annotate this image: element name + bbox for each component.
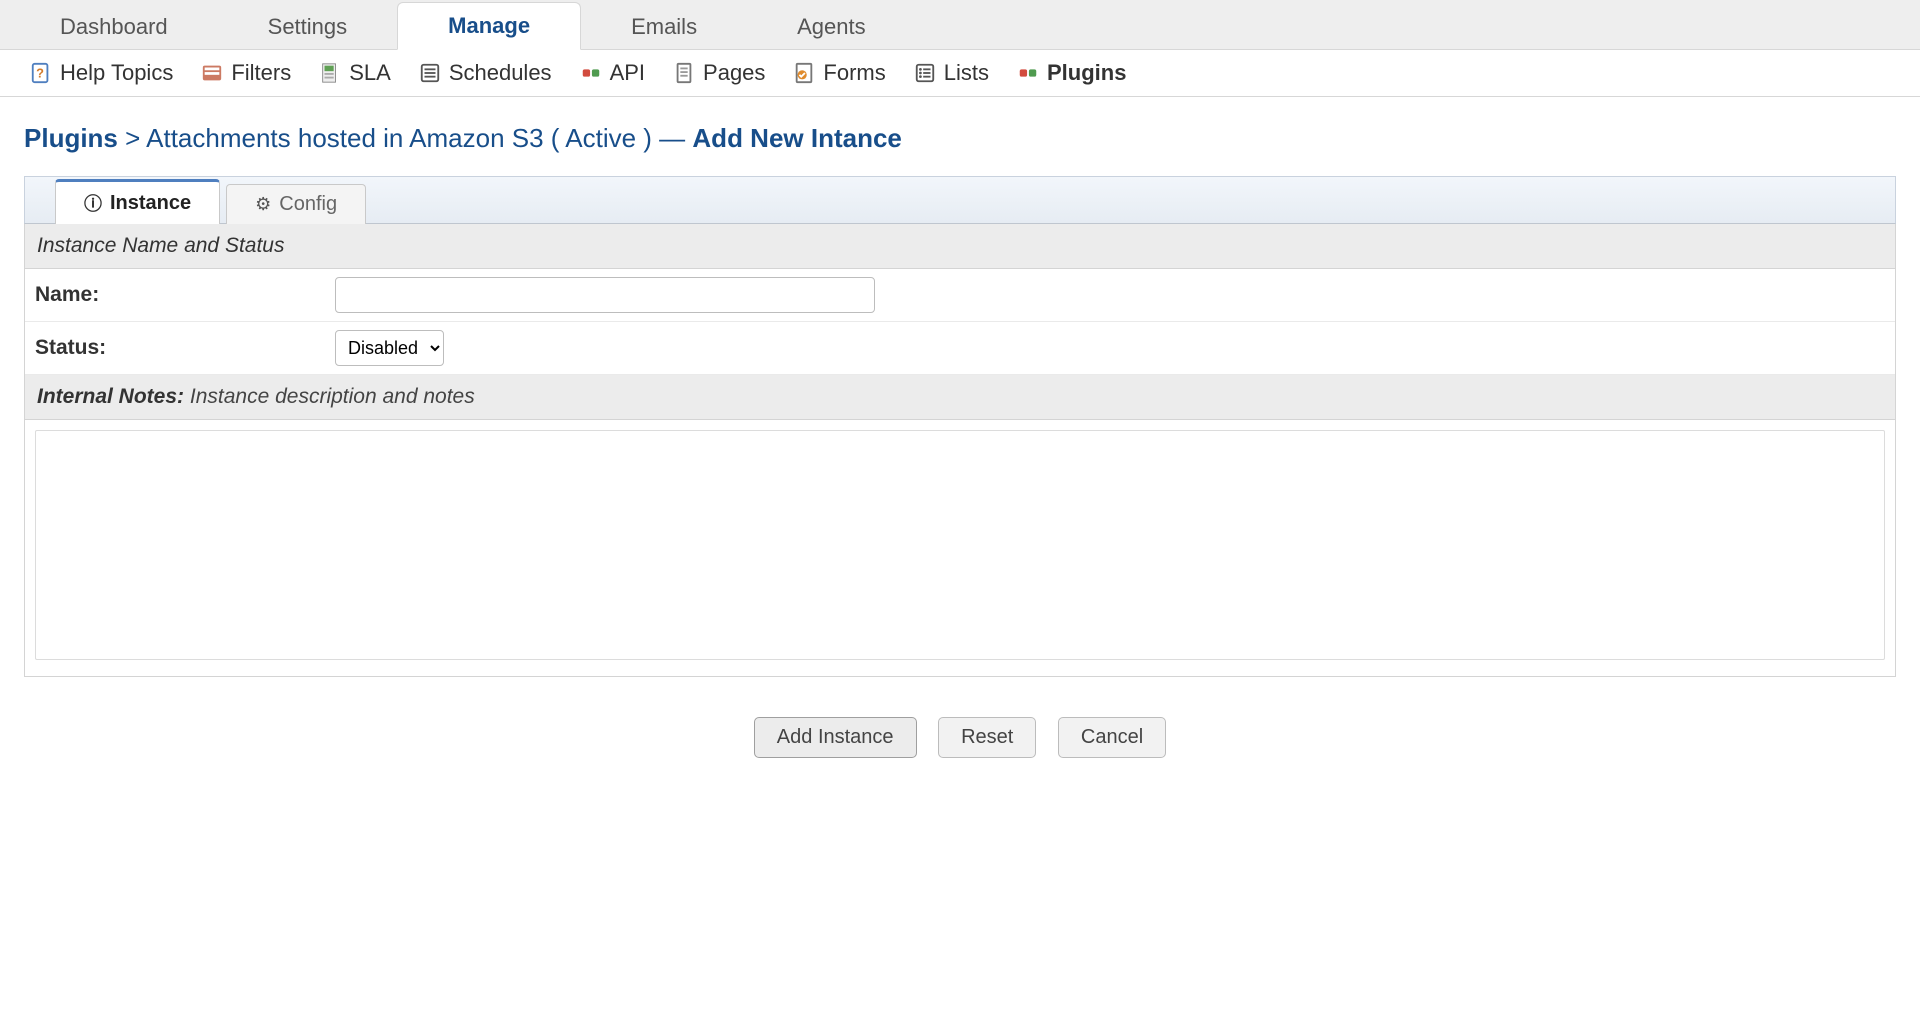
breadcrumb-dash: — (659, 123, 685, 153)
row-status: Status: Disabled (25, 322, 1895, 375)
subnav-schedules[interactable]: Schedules (419, 60, 552, 86)
notes-header-strong: Internal Notes: (37, 385, 184, 408)
instance-panel: Instance Name and Status Name: Status: D… (24, 224, 1896, 677)
subnav-label: API (610, 60, 645, 86)
tab-manage[interactable]: Manage (397, 2, 581, 50)
inner-tab-bar: ⓘ Instance ⚙ Config (24, 176, 1896, 224)
subnav-label: Lists (944, 60, 989, 86)
tab-config[interactable]: ⚙ Config (226, 184, 366, 224)
gear-icon: ⚙ (255, 194, 271, 215)
breadcrumb-sep: > (125, 123, 140, 153)
subnav-pages[interactable]: Pages (673, 60, 765, 86)
subnav-label: SLA (349, 60, 391, 86)
tab-instance[interactable]: ⓘ Instance (55, 179, 220, 224)
subnav-label: Pages (703, 60, 765, 86)
subnav-label: Schedules (449, 60, 552, 86)
status-select[interactable]: Disabled (335, 330, 444, 366)
subnav-plugins[interactable]: Plugins (1017, 60, 1126, 86)
notes-header-light: Instance description and notes (190, 385, 475, 408)
status-label: Status: (35, 336, 335, 360)
svg-text:?: ? (36, 66, 44, 81)
subnav-help-topics[interactable]: ? Help Topics (30, 60, 173, 86)
inner-tab-label: Config (279, 193, 337, 216)
main-tab-bar: Dashboard Settings Manage Emails Agents (0, 0, 1920, 50)
tab-agents[interactable]: Agents (747, 4, 916, 50)
help-topics-icon: ? (30, 62, 52, 84)
name-input[interactable] (335, 277, 875, 313)
subnav-label: Plugins (1047, 60, 1126, 86)
cancel-button[interactable]: Cancel (1058, 717, 1166, 758)
section-header-name-status: Instance Name and Status (25, 224, 1895, 269)
subnav-forms[interactable]: Forms (793, 60, 885, 86)
api-icon (580, 62, 602, 84)
tab-dashboard[interactable]: Dashboard (10, 4, 218, 50)
subnav-filters[interactable]: Filters (201, 60, 291, 86)
sla-icon (319, 62, 341, 84)
row-name: Name: (25, 269, 1895, 322)
info-icon: ⓘ (84, 190, 102, 216)
schedules-icon (419, 62, 441, 84)
notes-wrap (25, 420, 1895, 676)
breadcrumb: Plugins > Attachments hosted in Amazon S… (24, 123, 1896, 154)
subnav-lists[interactable]: Lists (914, 60, 989, 86)
pages-icon (673, 62, 695, 84)
plugins-icon (1017, 62, 1039, 84)
lists-icon (914, 62, 936, 84)
add-instance-button[interactable]: Add Instance (754, 717, 917, 758)
forms-icon (793, 62, 815, 84)
action-bar: Add Instance Reset Cancel (24, 677, 1896, 788)
subnav-sla[interactable]: SLA (319, 60, 391, 86)
sub-nav-bar: ? Help Topics Filters SLA Schedules API … (0, 50, 1920, 97)
filters-icon (201, 62, 223, 84)
tab-settings[interactable]: Settings (218, 4, 398, 50)
breadcrumb-tail: Add New Intance (692, 123, 901, 153)
subnav-label: Forms (823, 60, 885, 86)
breadcrumb-root[interactable]: Plugins (24, 123, 118, 153)
content-area: Plugins > Attachments hosted in Amazon S… (0, 97, 1920, 808)
section-header-notes: Internal Notes: Instance description and… (25, 375, 1895, 420)
breadcrumb-plugin-link[interactable]: Attachments hosted in Amazon S3 ( Active… (146, 123, 652, 153)
subnav-api[interactable]: API (580, 60, 645, 86)
notes-textarea[interactable] (35, 430, 1885, 660)
subnav-label: Filters (231, 60, 291, 86)
inner-tab-label: Instance (110, 192, 191, 215)
name-label: Name: (35, 283, 335, 307)
reset-button[interactable]: Reset (938, 717, 1036, 758)
tab-emails[interactable]: Emails (581, 4, 747, 50)
subnav-label: Help Topics (60, 60, 173, 86)
